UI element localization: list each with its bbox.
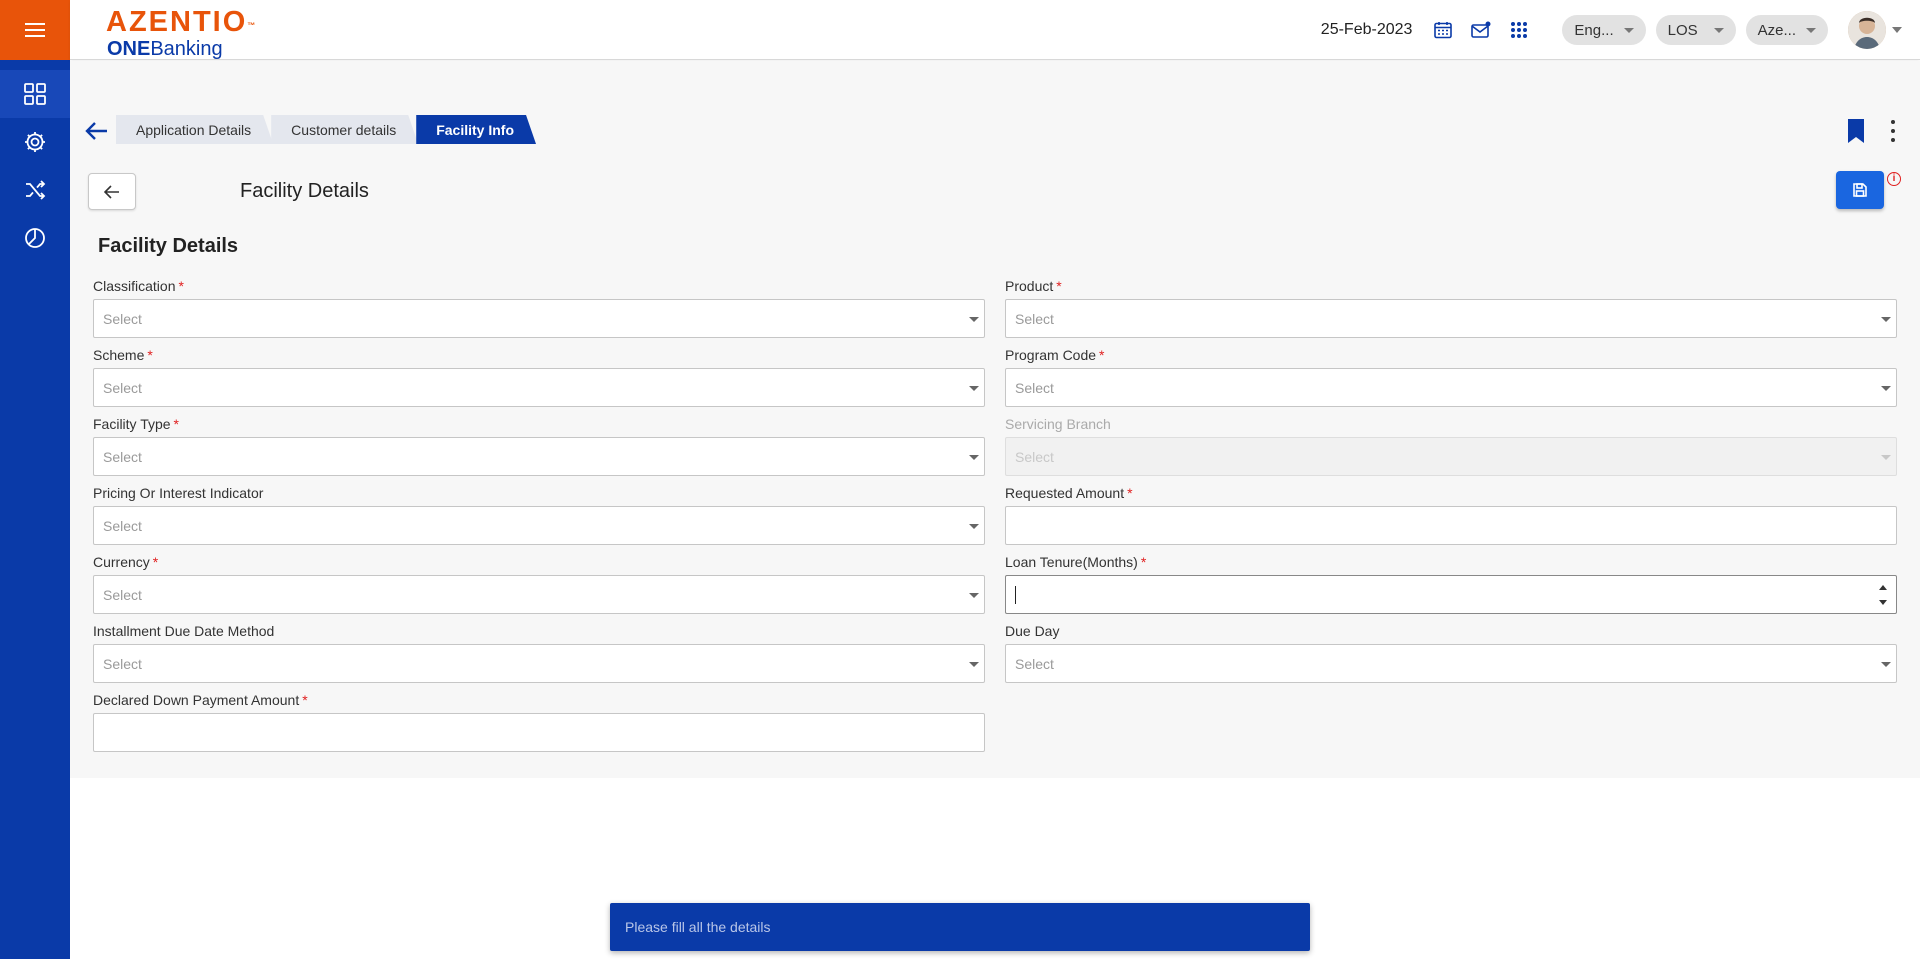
tab-application-details[interactable]: Application Details [116,115,273,144]
section-back-button[interactable] [88,173,136,210]
apps-button[interactable] [1500,11,1538,49]
scheme-select[interactable]: Select [93,368,985,407]
scheme-field: Scheme * Select [93,346,985,415]
pricing-indicator-field: Pricing Or Interest Indicator Select [93,484,985,553]
down-payment-input[interactable] [93,713,985,752]
arrow-left-icon [85,122,107,140]
chevron-down-icon [969,386,979,391]
toast-message: Please fill all the details [625,919,771,935]
chevron-down-icon [1713,27,1724,33]
loan-tenure-field: Loan Tenure(Months) * [1005,553,1897,622]
facility-type-field: Facility Type * Select [93,415,985,484]
currency-select[interactable]: Select [93,575,985,614]
down-payment-field: Declared Down Payment Amount * [93,691,985,760]
tab-facility-info[interactable]: Facility Info [416,115,536,144]
tab-customer-details[interactable]: Customer details [271,115,418,144]
pie-chart-icon [25,228,45,248]
chevron-down-icon [1623,27,1634,33]
toast-notification: Please fill all the details [610,903,1310,951]
due-day-field: Due Day Select [1005,622,1897,691]
avatar[interactable] [1848,11,1886,49]
chevron-down-icon [969,524,979,529]
chevron-down-icon [1806,27,1816,33]
servicing-branch-select: Select [1005,437,1897,476]
azentio-logo: AZENTIO™ ONEBanking [106,6,256,60]
entity-select[interactable]: Aze... [1745,15,1828,45]
sidebar-item-reports[interactable] [0,214,70,262]
current-date: 25-Feb-2023 [1320,21,1413,38]
calendar-button[interactable] [1424,11,1462,49]
loan-tenure-input[interactable] [1005,575,1897,614]
gear-icon [25,132,45,152]
product-field: Product * Select [1005,277,1897,346]
main-content: Application Details Customer details Fac… [70,61,1920,778]
save-button[interactable] [1836,171,1884,209]
more-options-icon[interactable] [1886,117,1900,145]
chevron-down-icon [969,317,979,322]
installment-due-method-field: Installment Due Date Method Select [93,622,985,691]
classification-field: Classification * Select [93,277,985,346]
sidebar-item-workflow[interactable] [0,166,70,214]
stepper-up-icon[interactable] [1879,585,1887,590]
sidebar-item-dashboard[interactable] [0,70,70,118]
module-select[interactable]: LOS [1655,15,1736,45]
save-icon [1853,183,1867,197]
chevron-down-icon [1881,386,1891,391]
stepper-down-icon[interactable] [1879,600,1887,605]
grid-icon [24,83,46,105]
requested-amount-field: Requested Amount * [1005,484,1897,553]
sidebar-item-settings[interactable] [0,118,70,166]
chevron-down-icon [969,455,979,460]
text-cursor [1015,585,1016,604]
chevron-down-icon [1881,662,1891,667]
chevron-down-icon [969,662,979,667]
chevron-down-icon [1881,317,1891,322]
shuffle-icon [26,180,46,200]
back-button[interactable] [82,116,112,146]
form-section-title: Facility Details [98,235,239,257]
hamburger-menu-button[interactable] [0,0,70,60]
chevron-down-icon[interactable] [1892,27,1902,33]
mail-icon [1471,21,1491,38]
program-code-select[interactable]: Select [1005,368,1897,407]
hamburger-icon [25,23,45,37]
arrow-left-icon [104,184,119,199]
language-select[interactable]: Eng... [1562,15,1646,45]
top-header: AZENTIO™ ONEBanking 25-Feb-2023 Eng... L… [70,0,1920,60]
installment-due-method-select[interactable]: Select [93,644,985,683]
classification-select[interactable]: Select [93,299,985,338]
number-stepper[interactable] [1879,585,1889,605]
page-title: Facility Details [240,180,369,202]
messages-button[interactable] [1462,11,1500,49]
pricing-indicator-select[interactable]: Select [93,506,985,545]
chevron-down-icon [1881,455,1891,460]
servicing-branch-field: Servicing Branch Select [1005,415,1897,484]
requested-amount-input[interactable] [1005,506,1897,545]
due-day-select[interactable]: Select [1005,644,1897,683]
program-code-field: Program Code * Select [1005,346,1897,415]
bookmark-icon[interactable] [1844,117,1868,145]
facility-type-select[interactable]: Select [93,437,985,476]
product-select[interactable]: Select [1005,299,1897,338]
currency-field: Currency * Select [93,553,985,622]
breadcrumb-tabs: Application Details Customer details Fac… [116,115,534,144]
info-icon[interactable]: i [1887,172,1901,186]
user-avatar-icon [1848,11,1886,49]
chevron-down-icon [969,593,979,598]
sidebar [0,0,70,959]
calendar-icon [1434,22,1453,39]
apps-grid-icon [1511,22,1528,38]
facility-details-form: Classification * Select Product * Select S… [93,277,1897,760]
